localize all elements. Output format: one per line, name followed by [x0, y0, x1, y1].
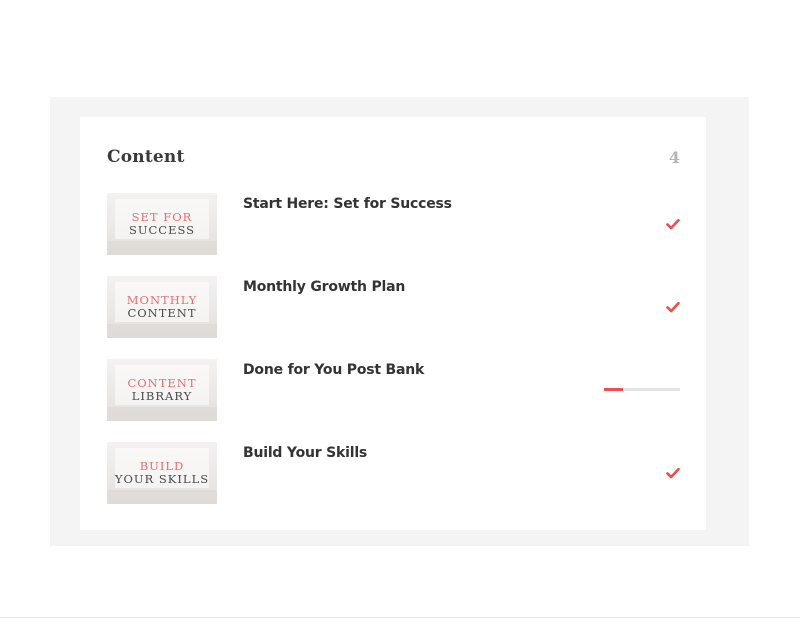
item-thumbnail[interactable]: BUILD YOUR SKILLS	[107, 442, 217, 504]
item-thumbnail[interactable]: CONTENT LIBRARY	[107, 359, 217, 421]
progress-bar-fill	[604, 388, 623, 391]
check-icon	[666, 467, 680, 479]
check-icon	[666, 218, 680, 230]
thumbnail-text: BUILD YOUR SKILLS	[107, 460, 217, 485]
thumbnail-line-2: SUCCESS	[128, 222, 196, 237]
content-item-monthly-growth[interactable]: MONTHLY CONTENT Monthly Growth Plan	[107, 276, 680, 338]
thumbnail-line-1: MONTHLY	[126, 293, 198, 307]
content-heading: Content	[107, 147, 185, 167]
item-title[interactable]: Done for You Post Bank	[243, 362, 424, 378]
thumbnail-line-1: CONTENT	[127, 376, 197, 390]
item-title[interactable]: Start Here: Set for Success	[243, 196, 452, 212]
thumbnail-text: SET FOR SUCCESS	[107, 211, 217, 236]
footer-divider	[0, 617, 800, 618]
item-thumbnail[interactable]: MONTHLY CONTENT	[107, 276, 217, 338]
item-title[interactable]: Build Your Skills	[243, 445, 367, 461]
content-item-post-bank[interactable]: CONTENT LIBRARY Done for You Post Bank	[107, 359, 680, 421]
content-item-build-skills[interactable]: BUILD YOUR SKILLS Build Your Skills	[107, 442, 680, 504]
thumbnail-text: MONTHLY CONTENT	[107, 294, 217, 319]
thumbnail-line-2: CONTENT	[127, 305, 197, 320]
thumbnail-line-1: BUILD	[139, 459, 185, 473]
content-count: 4	[668, 148, 680, 167]
content-card: Content 4 SET FOR SUCCESS Start Here: Se…	[80, 117, 706, 530]
content-panel-container: Content 4 SET FOR SUCCESS Start Here: Se…	[50, 97, 749, 546]
thumbnail-line-2: YOUR SKILLS	[114, 471, 210, 486]
item-thumbnail[interactable]: SET FOR SUCCESS	[107, 193, 217, 255]
thumbnail-text: CONTENT LIBRARY	[107, 377, 217, 402]
content-item-start-here[interactable]: SET FOR SUCCESS Start Here: Set for Succ…	[107, 193, 680, 255]
check-icon	[666, 301, 680, 313]
item-title[interactable]: Monthly Growth Plan	[243, 279, 405, 295]
progress-bar	[604, 388, 680, 391]
thumbnail-line-2: LIBRARY	[131, 388, 193, 403]
thumbnail-line-1: SET FOR	[131, 210, 193, 224]
